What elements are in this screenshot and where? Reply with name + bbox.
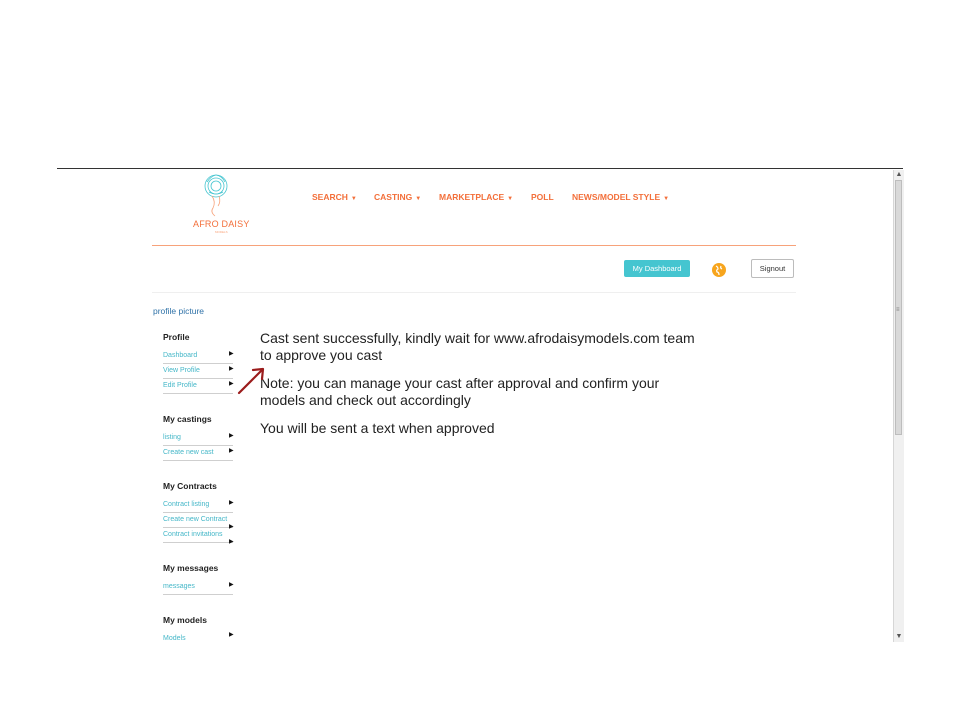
arrow-right-icon: ▶	[229, 351, 234, 357]
note-message-line-1: Note: you can manage your cast after app…	[260, 375, 660, 391]
arrow-right-icon: ▶	[229, 500, 234, 506]
nav-news-model-style[interactable]: NEWS/MODEL STYLE ▼	[572, 192, 669, 202]
scroll-down-arrow-icon[interactable]: ▼	[895, 633, 903, 641]
sidebar-item-edit-profile[interactable]: Edit Profile	[163, 380, 233, 394]
sidebar-item-messages[interactable]: messages	[163, 581, 233, 595]
sidebar-heading-my-contracts: My Contracts	[163, 481, 217, 491]
annotation-arrow-icon	[237, 367, 265, 395]
arrow-right-icon: ▶	[229, 381, 234, 387]
arrow-right-icon: ▶	[229, 539, 234, 545]
sidebar-item-view-profile[interactable]: View Profile	[163, 365, 233, 379]
globe-icon[interactable]	[712, 263, 726, 277]
chevron-down-icon: ▼	[507, 196, 514, 202]
sidebar-heading-my-models: My models	[163, 615, 207, 625]
sidebar-heading-my-messages: My messages	[163, 563, 219, 573]
nav-casting[interactable]: CASTING ▼	[374, 192, 421, 202]
text-notification-message: You will be sent a text when approved	[260, 420, 495, 436]
sidebar-item-dashboard[interactable]: Dashboard	[163, 350, 233, 364]
logo-tagline: MODELS	[215, 230, 228, 234]
sidebar-heading-my-castings: My castings	[163, 414, 212, 424]
my-dashboard-button[interactable]: My Dashboard	[624, 260, 690, 277]
arrow-right-icon: ▶	[229, 448, 234, 454]
profile-picture-link[interactable]: profile picture	[153, 306, 204, 316]
chevron-down-icon: ▼	[415, 196, 422, 202]
afro-daisy-logo[interactable]: AFRO DAISY MODELS	[190, 172, 250, 236]
window-top-border	[57, 168, 903, 169]
afro-head-logo-icon	[204, 174, 228, 217]
scroll-up-arrow-icon[interactable]: ▲	[895, 171, 903, 179]
arrow-right-icon: ▶	[229, 582, 234, 588]
note-message-line-2: models and check out accordingly	[260, 392, 471, 408]
sidebar-item-models[interactable]: Models	[163, 633, 233, 646]
nav-poll[interactable]: POLL	[531, 192, 554, 202]
header-divider	[152, 292, 796, 293]
arrow-right-icon: ▶	[229, 366, 234, 372]
sidebar-item-contract-listing[interactable]: Contract listing	[163, 499, 233, 513]
signout-button[interactable]: Signout	[751, 259, 794, 278]
sidebar-item-listing[interactable]: listing	[163, 432, 233, 446]
nav-divider	[152, 245, 796, 246]
sidebar-item-create-new-cast[interactable]: Create new cast	[163, 447, 233, 461]
success-message-line-1: Cast sent successfully, kindly wait for …	[260, 330, 695, 346]
sidebar-item-create-new-contract[interactable]: Create new Contract	[163, 514, 233, 528]
nav-marketplace[interactable]: MARKETPLACE ▼	[439, 192, 513, 202]
sidebar-heading-profile: Profile	[163, 332, 190, 342]
scrollbar-grip-icon: ≡	[896, 307, 900, 313]
vertical-scrollbar[interactable]: ▲ ≡ ▼	[893, 170, 904, 642]
arrow-right-icon: ▶	[229, 632, 234, 638]
logo-wordmark: AFRO DAISY	[193, 219, 250, 229]
sidebar-item-contract-invitations[interactable]: Contract invitations	[163, 529, 233, 543]
chevron-down-icon: ▼	[350, 196, 357, 202]
chevron-down-icon: ▼	[663, 196, 670, 202]
nav-search[interactable]: SEARCH ▼	[312, 192, 357, 202]
success-message-line-2: to approve you cast	[260, 347, 383, 363]
arrow-right-icon: ▶	[229, 433, 234, 439]
